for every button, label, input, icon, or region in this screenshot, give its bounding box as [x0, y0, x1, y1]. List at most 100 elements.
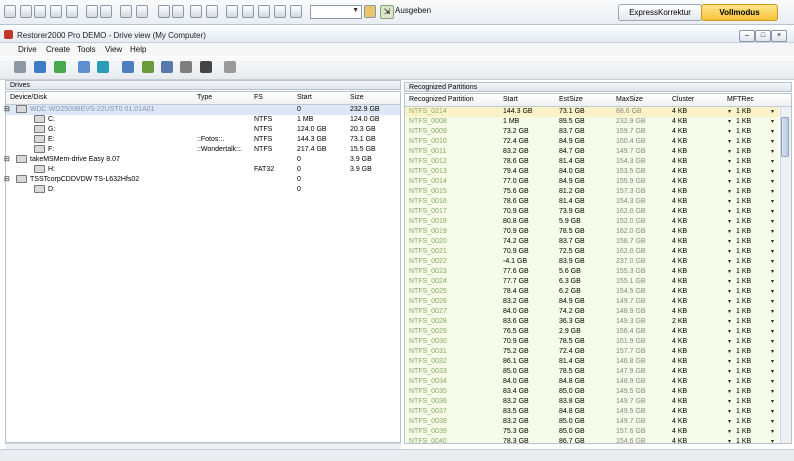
partition-row[interactable]: NTFS_0014 77.0 GB 84.9 GB 155.9 GB 4 KB 1 KB ▾… — [405, 177, 779, 187]
open-icon[interactable] — [20, 5, 32, 18]
partition-row[interactable]: NTFS_0015 75.6 GB 81.2 GB 157.3 GB 4 KB 1 KB ▾… — [405, 187, 779, 197]
menu-view[interactable]: View — [105, 45, 122, 54]
rotate-icon[interactable] — [242, 5, 254, 18]
dropdown-arrow-icon[interactable]: ▾ — [771, 397, 774, 407]
dropdown-arrow-icon[interactable]: ▾ — [771, 167, 774, 177]
partition-row[interactable]: NTFS_0030 70.9 GB 78.5 GB 161.9 GB 4 KB 1 KB ▾… — [405, 337, 779, 347]
chevron-down-icon[interactable]: ▾ — [728, 427, 731, 437]
partition-row[interactable]: NTFS_0031 75.2 GB 72.4 GB 157.7 GB 4 KB 1 KB ▾… — [405, 347, 779, 357]
partition-row[interactable]: NTFS_0022 -4.1 GB 83.9 GB 237.0 GB 4 KB 1 KB ▾… — [405, 257, 779, 267]
chevron-down-icon[interactable]: ▾ — [728, 327, 731, 337]
partition-row[interactable]: NTFS_0033 85.0 GB 78.5 GB 147.9 GB 4 KB 1 KB ▾… — [405, 367, 779, 377]
partition-row[interactable]: NTFS_0214 144.3 GB 73.1 GB 88.6 GB 4 KB 1 KB ▾… — [405, 107, 779, 117]
host-combo-box[interactable]: ▼ — [310, 5, 362, 19]
recover-icon[interactable] — [142, 61, 154, 73]
dropdown-arrow-icon[interactable]: ▾ — [771, 327, 774, 337]
chevron-down-icon[interactable]: ▾ — [728, 147, 731, 157]
dropdown-arrow-icon[interactable]: ▾ — [771, 377, 774, 387]
chevron-down-icon[interactable]: ▾ — [728, 377, 731, 387]
dropdown-arrow-icon[interactable]: ▾ — [771, 427, 774, 437]
disk-row[interactable]: ⊟ WDC WD2500BEVS-22UST0 01.01A01 0 232.9 GB — [4, 105, 400, 115]
vertical-scrollbar[interactable] — [780, 107, 791, 443]
settings-icon[interactable] — [224, 61, 236, 73]
chevron-down-icon[interactable]: ▾ — [728, 127, 731, 137]
chevron-down-icon[interactable]: ▾ — [728, 307, 731, 317]
dropdown-arrow-icon[interactable]: ▾ — [771, 177, 774, 187]
chevron-down-icon[interactable]: ▾ — [728, 417, 731, 427]
column-start[interactable]: Start — [297, 92, 312, 104]
partition-row[interactable]: NTFS_0038 83.2 GB 85.0 GB 149.7 GB 4 KB 1 KB ▾… — [405, 417, 779, 427]
column-device-disk[interactable]: Device/Disk — [10, 92, 47, 104]
partition-row[interactable]: NTFS_0023 77.6 GB 5.6 GB 155.3 GB 4 KB 1 KB ▾ ▾ — [405, 267, 779, 277]
chevron-down-icon[interactable]: ▾ — [728, 267, 731, 277]
import-icon[interactable] — [226, 5, 238, 18]
dropdown-arrow-icon[interactable]: ▾ — [771, 107, 774, 117]
dropdown-arrow-icon[interactable]: ▾ — [771, 137, 774, 147]
partition-row[interactable]: NTFS_0024 77.7 GB 6.3 GB 155.1 GB 4 KB 1 KB ▾ ▾ — [405, 277, 779, 287]
volume-row[interactable]: H: FAT32 0 3.9 GB — [6, 165, 400, 175]
dropdown-arrow-icon[interactable]: ▾ — [771, 227, 774, 237]
column-size[interactable]: Size — [350, 92, 364, 104]
chevron-down-icon[interactable]: ▾ — [728, 107, 731, 117]
menu-tools[interactable]: Tools — [77, 45, 96, 54]
scan-icon[interactable] — [97, 61, 109, 73]
partition-row[interactable]: NTFS_0020 74.2 GB 83.7 GB 158.7 GB 4 KB 1 KB ▾… — [405, 237, 779, 247]
column-recognized-partition[interactable]: Recognized Partition — [409, 94, 474, 106]
partition-row[interactable]: NTFS_0035 83.4 GB 85.0 GB 149.5 GB 4 KB 1 KB ▾… — [405, 387, 779, 397]
disk-row[interactable]: ⊟ TSSTcorpCDDVDW TS-L632Hfs02 0 — [4, 175, 400, 185]
open-image-icon[interactable] — [78, 61, 90, 73]
menu-create[interactable]: Create — [46, 45, 70, 54]
partition-row[interactable]: NTFS_0027 84.0 GB 74.2 GB 148.9 GB 4 KB 1 KB ▾… — [405, 307, 779, 317]
column-cluster[interactable]: Cluster — [672, 94, 694, 106]
partition-row[interactable]: NTFS_0026 83.2 GB 84.9 GB 149.7 GB 4 KB 1 KB ▾… — [405, 297, 779, 307]
chevron-down-icon[interactable]: ▾ — [728, 227, 731, 237]
dropdown-arrow-icon[interactable]: ▾ — [771, 407, 774, 417]
expand-icon[interactable]: ⊟ — [4, 155, 10, 165]
express-correction-button[interactable]: ExpressKorrektur — [618, 4, 702, 21]
chevron-down-icon[interactable]: ▾ — [728, 217, 731, 227]
maximize-button[interactable]: □ — [755, 30, 771, 42]
expand-icon[interactable]: ⊟ — [4, 175, 10, 185]
paste-icon[interactable] — [120, 5, 132, 18]
partition-row[interactable]: NTFS_0016 78.6 GB 81.4 GB 154.3 GB 4 KB 1 KB ▾… — [405, 197, 779, 207]
output-icon[interactable]: ⇲ — [380, 5, 394, 19]
output-button[interactable]: Ausgeben — [395, 6, 431, 15]
partition-row[interactable]: NTFS_0029 76.5 GB 2.9 GB 156.4 GB 4 KB 1 KB ▾ ▾ — [405, 327, 779, 337]
partition-row[interactable]: NTFS_0009 73.2 GB 83.7 GB 159.7 GB 4 KB 1 KB ▾… — [405, 127, 779, 137]
column-start[interactable]: Start — [503, 94, 518, 106]
menu-drive[interactable]: Drive — [18, 45, 37, 54]
crop-icon[interactable] — [258, 5, 270, 18]
partition-row[interactable]: NTFS_0028 83.6 GB 36.3 GB 149.3 GB 2 KB 1 KB ▾… — [405, 317, 779, 327]
dropdown-arrow-icon[interactable]: ▾ — [771, 367, 774, 377]
dropdown-arrow-icon[interactable]: ▾ — [771, 267, 774, 277]
dropdown-arrow-icon[interactable]: ▾ — [771, 207, 774, 217]
dropdown-arrow-icon[interactable]: ▾ — [771, 297, 774, 307]
column-fs[interactable]: FS — [254, 92, 263, 104]
dropdown-arrow-icon[interactable]: ▾ — [771, 257, 774, 267]
dropdown-arrow-icon[interactable]: ▾ — [771, 157, 774, 167]
volume-row[interactable]: D: 0 — [6, 185, 400, 195]
partition-row[interactable]: NTFS_0018 80.8 GB 5.9 GB 152.0 GB 4 KB 1 KB ▾ ▾ — [405, 217, 779, 227]
chevron-down-icon[interactable]: ▾ — [728, 157, 731, 167]
dropdown-arrow-icon[interactable]: ▾ — [771, 307, 774, 317]
dropdown-arrow-icon[interactable]: ▾ — [771, 347, 774, 357]
partition-row[interactable]: NTFS_0036 83.2 GB 83.8 GB 149.7 GB 4 KB 1 KB ▾… — [405, 397, 779, 407]
partition-row[interactable]: NTFS_0012 78.6 GB 81.4 GB 154.3 GB 4 KB 1 KB ▾… — [405, 157, 779, 167]
dropdown-arrow-icon[interactable]: ▾ — [771, 247, 774, 257]
partition-row[interactable]: NTFS_0037 83.5 GB 84.8 GB 149.5 GB 4 KB 1 KB ▾… — [405, 407, 779, 417]
chevron-down-icon[interactable]: ▾ — [728, 137, 731, 147]
image-icon[interactable] — [172, 5, 184, 18]
chevron-down-icon[interactable]: ▾ — [728, 237, 731, 247]
partition-icon[interactable] — [180, 61, 192, 73]
drive-view-icon[interactable] — [34, 61, 46, 73]
dropdown-arrow-icon[interactable]: ▾ — [771, 197, 774, 207]
chevron-down-icon[interactable]: ▾ — [728, 337, 731, 347]
dropdown-arrow-icon[interactable]: ▾ — [771, 127, 774, 137]
volume-row[interactable]: G: NTFS 124.0 GB 20.3 GB — [6, 125, 400, 135]
chevron-down-icon[interactable]: ▾ — [728, 247, 731, 257]
partition-row[interactable]: NTFS_0021 70.9 GB 72.5 GB 162.0 GB 4 KB 1 KB ▾… — [405, 247, 779, 257]
partition-row[interactable]: NTFS_0008 1 MB 89.5 GB 232.9 GB 4 KB 1 KB ▾ ▾ — [405, 117, 779, 127]
volume-row[interactable]: F:::Wondertalk::. NTFS 217.4 GB 15.5 GB — [6, 145, 400, 155]
print-icon[interactable] — [50, 5, 62, 18]
save-icon[interactable] — [34, 5, 46, 18]
